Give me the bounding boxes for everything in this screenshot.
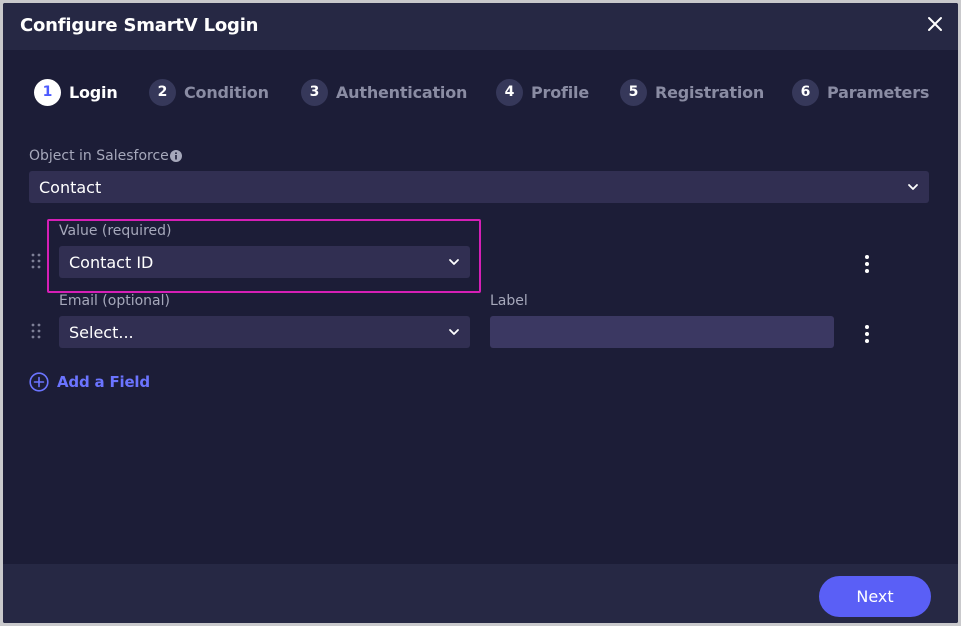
configure-login-dialog: Configure SmartV Login 1 Login 2 Conditi… (3, 3, 958, 623)
close-icon[interactable] (923, 12, 947, 36)
step-label: Login (69, 82, 118, 102)
add-field-label: Add a Field (57, 373, 150, 391)
step-condition[interactable]: 2 Condition (149, 78, 269, 106)
step-parameters[interactable]: 6 Parameters (792, 78, 929, 106)
dialog-title: Configure SmartV Login (20, 15, 259, 36)
highlight-box (47, 219, 481, 293)
step-label: Authentication (336, 82, 468, 102)
step-profile[interactable]: 4 Profile (496, 78, 589, 106)
step-label: Condition (184, 82, 269, 102)
object-label-row: Object in Salesforce (29, 148, 182, 164)
drag-handle-icon[interactable] (30, 322, 42, 340)
step-label: Parameters (827, 82, 930, 102)
step-number: 4 (496, 78, 523, 106)
dialog-header: Configure SmartV Login (3, 3, 958, 50)
object-select[interactable]: Contact (29, 171, 929, 203)
label-input[interactable] (490, 316, 834, 348)
step-number: 3 (301, 78, 328, 106)
more-options-icon[interactable] (863, 254, 871, 274)
plus-circle-icon (29, 372, 49, 392)
step-number: 1 (34, 78, 61, 106)
step-registration[interactable]: 5 Registration (620, 78, 764, 106)
email-field-select-value: Select... (69, 322, 134, 342)
wizard-steps: 1 Login 2 Condition 3 Authentication 4 P… (3, 78, 958, 108)
chevron-down-icon (908, 184, 918, 190)
label-field-label: Label (490, 293, 528, 309)
step-number: 2 (149, 78, 176, 106)
chevron-down-icon (449, 329, 459, 335)
email-field-select[interactable]: Select... (59, 316, 470, 348)
step-login[interactable]: 1 Login (34, 78, 118, 106)
add-field-button[interactable]: Add a Field (29, 371, 150, 393)
next-button[interactable]: Next (819, 576, 931, 617)
object-label: Object in Salesforce (29, 148, 169, 164)
email-field-label: Email (optional) (59, 293, 170, 309)
step-label: Registration (655, 82, 765, 102)
step-authentication[interactable]: 3 Authentication (301, 78, 467, 106)
object-select-value: Contact (39, 177, 102, 197)
dialog-footer: Next (3, 564, 958, 623)
more-options-icon[interactable] (863, 324, 871, 344)
step-number: 5 (620, 78, 647, 106)
step-label: Profile (531, 82, 589, 102)
drag-handle-icon[interactable] (30, 252, 42, 270)
step-number: 6 (792, 78, 819, 106)
info-icon[interactable] (169, 150, 182, 162)
